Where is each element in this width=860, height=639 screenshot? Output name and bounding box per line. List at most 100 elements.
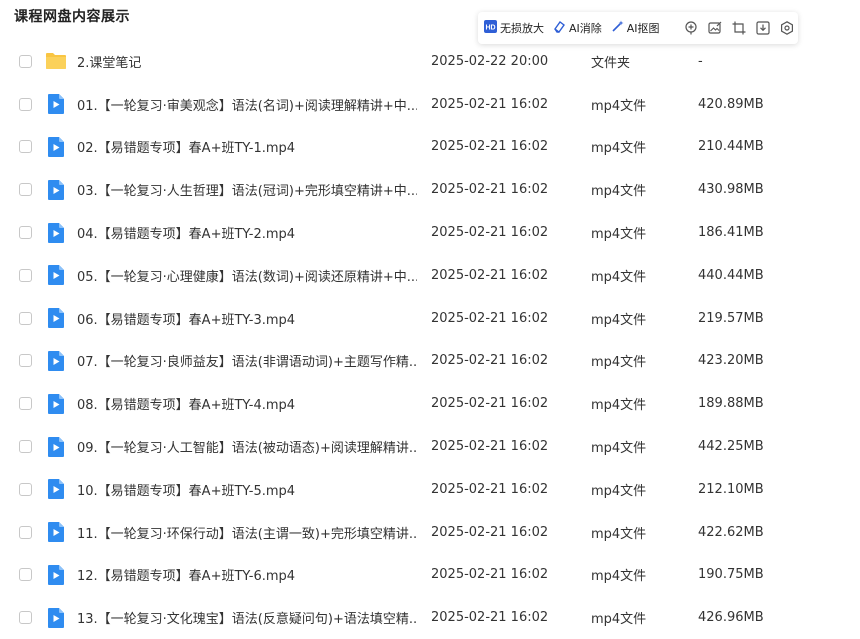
- file-type: mp4文件: [591, 526, 647, 542]
- file-row[interactable]: 03.【一轮复习·人生哲理】语法(冠词)+完形填空精讲+中... 2025-02…: [0, 168, 860, 211]
- file-name[interactable]: 05.【一轮复习·心理健康】语法(数词)+阅读还原精讲+中...: [77, 266, 417, 285]
- file-date: 2025-02-21 16:02: [431, 524, 549, 540]
- file-name[interactable]: 12.【易错题专项】春A+班TY-6.mp4: [77, 565, 417, 584]
- file-row[interactable]: 05.【一轮复习·心理健康】语法(数词)+阅读还原精讲+中... 2025-02…: [0, 254, 860, 297]
- file-name[interactable]: 10.【易错题专项】春A+班TY-5.mp4: [77, 480, 417, 499]
- video-file-icon: [45, 222, 67, 244]
- file-size: 186.41MB: [698, 225, 764, 241]
- svg-text:HD: HD: [485, 25, 495, 32]
- file-row[interactable]: 10.【易错题专项】春A+班TY-5.mp4 2025-02-21 16:02 …: [0, 468, 860, 511]
- upscale-button[interactable]: HD 无损放大: [484, 20, 544, 36]
- file-name[interactable]: 2.课堂笔记: [77, 52, 417, 71]
- file-name[interactable]: 13.【一轮复习·文化瑰宝】语法(反意疑问句)+语法填空精...: [77, 608, 417, 627]
- row-checkbox[interactable]: [19, 482, 32, 496]
- file-type: mp4文件: [591, 184, 647, 200]
- row-checkbox[interactable]: [19, 268, 32, 282]
- file-row[interactable]: 11.【一轮复习·环保行动】语法(主谓一致)+完形填空精讲... 2025-02…: [0, 511, 860, 554]
- file-name[interactable]: 07.【一轮复习·良师益友】语法(非谓语动词)+主题写作精...: [77, 351, 417, 370]
- video-file-icon: [45, 264, 67, 286]
- file-date: 2025-02-21 16:02: [431, 481, 549, 497]
- row-checkbox[interactable]: [19, 568, 32, 582]
- file-name[interactable]: 03.【一轮复习·人生哲理】语法(冠词)+完形填空精讲+中...: [77, 180, 417, 199]
- row-checkbox[interactable]: [19, 140, 32, 154]
- file-size: 210.44MB: [698, 139, 764, 155]
- file-size: 422.62MB: [698, 524, 764, 540]
- video-file-icon: [45, 564, 67, 586]
- file-row[interactable]: 06.【易错题专项】春A+班TY-3.mp4 2025-02-21 16:02 …: [0, 297, 860, 340]
- file-name[interactable]: 06.【易错题专项】春A+班TY-3.mp4: [77, 309, 417, 328]
- file-size: 442.25MB: [698, 439, 764, 455]
- file-name[interactable]: 08.【易错题专项】春A+班TY-4.mp4: [77, 394, 417, 413]
- row-checkbox[interactable]: [19, 611, 32, 625]
- file-row[interactable]: 13.【一轮复习·文化瑰宝】语法(反意疑问句)+语法填空精... 2025-02…: [0, 596, 860, 639]
- row-checkbox[interactable]: [19, 354, 32, 368]
- file-type: mp4文件: [591, 612, 647, 628]
- file-date: 2025-02-21 16:02: [431, 139, 549, 155]
- row-checkbox[interactable]: [19, 311, 32, 325]
- video-file-icon: [45, 521, 67, 543]
- row-checkbox[interactable]: [19, 183, 32, 197]
- video-file-icon: [45, 350, 67, 372]
- file-size: 430.98MB: [698, 182, 764, 198]
- file-date: 2025-02-21 16:02: [431, 439, 549, 455]
- video-file-icon: [45, 136, 67, 158]
- ai-erase-button[interactable]: AI消除: [553, 20, 602, 36]
- row-checkbox[interactable]: [19, 54, 32, 68]
- file-size: 440.44MB: [698, 267, 764, 283]
- file-date: 2025-02-21 16:02: [431, 353, 549, 369]
- ai-cutout-button[interactable]: AI抠图: [611, 20, 660, 36]
- file-row[interactable]: 2.课堂笔记 2025-02-22 20:00 文件夹 -: [0, 40, 860, 83]
- crop-icon[interactable]: [732, 20, 746, 36]
- file-type: 文件夹: [591, 55, 631, 71]
- page-title: 课程网盘内容展示: [14, 9, 130, 25]
- row-checkbox[interactable]: [19, 397, 32, 411]
- file-row[interactable]: 08.【易错题专项】春A+班TY-4.mp4 2025-02-21 16:02 …: [0, 382, 860, 425]
- pin-icon[interactable]: [684, 20, 698, 36]
- file-row[interactable]: 02.【易错题专项】春A+班TY-1.mp4 2025-02-21 16:02 …: [0, 126, 860, 169]
- file-name[interactable]: 09.【一轮复习·人工智能】语法(被动语态)+阅读理解精讲...: [77, 437, 417, 456]
- row-checkbox[interactable]: [19, 226, 32, 240]
- file-size: 426.96MB: [698, 610, 764, 626]
- file-name[interactable]: 04.【易错题专项】春A+班TY-2.mp4: [77, 223, 417, 242]
- file-name[interactable]: 11.【一轮复习·环保行动】语法(主谓一致)+完形填空精讲...: [77, 523, 417, 542]
- file-type: mp4文件: [591, 269, 647, 285]
- row-checkbox[interactable]: [19, 440, 32, 454]
- file-date: 2025-02-21 16:02: [431, 267, 549, 283]
- image-edit-icon[interactable]: [707, 20, 722, 36]
- settings-icon[interactable]: [780, 20, 794, 36]
- ai-cutout-label: AI抠图: [626, 22, 660, 35]
- video-file-icon: [45, 436, 67, 458]
- file-size: 212.10MB: [698, 481, 764, 497]
- row-checkbox[interactable]: [19, 97, 32, 111]
- file-row[interactable]: 12.【易错题专项】春A+班TY-6.mp4 2025-02-21 16:02 …: [0, 554, 860, 597]
- file-date: 2025-02-21 16:02: [431, 567, 549, 583]
- file-date: 2025-02-21 16:02: [431, 182, 549, 198]
- file-size: 189.88MB: [698, 396, 764, 412]
- file-type: mp4文件: [591, 141, 647, 157]
- file-type: mp4文件: [591, 398, 647, 414]
- video-file-icon: [45, 478, 67, 500]
- file-row[interactable]: 09.【一轮复习·人工智能】语法(被动语态)+阅读理解精讲... 2025-02…: [0, 425, 860, 468]
- file-size: 423.20MB: [698, 353, 764, 369]
- file-name[interactable]: 02.【易错题专项】春A+班TY-1.mp4: [77, 137, 417, 156]
- file-name[interactable]: 01.【一轮复习·审美观念】语法(名词)+阅读理解精讲+中...: [77, 95, 417, 114]
- video-file-icon: [45, 307, 67, 329]
- file-row[interactable]: 07.【一轮复习·良师益友】语法(非谓语动词)+主题写作精... 2025-02…: [0, 340, 860, 383]
- file-row[interactable]: 01.【一轮复习·审美观念】语法(名词)+阅读理解精讲+中... 2025-02…: [0, 83, 860, 126]
- file-type: mp4文件: [591, 312, 647, 328]
- download-icon[interactable]: [755, 20, 770, 36]
- row-checkbox[interactable]: [19, 525, 32, 539]
- ai-erase-label: AI消除: [569, 22, 602, 35]
- file-size: 420.89MB: [698, 96, 764, 112]
- video-file-icon: [45, 607, 67, 629]
- file-type: mp4文件: [591, 483, 647, 499]
- file-date: 2025-02-22 20:00: [431, 53, 549, 69]
- file-date: 2025-02-21 16:02: [431, 610, 549, 626]
- file-size: 190.75MB: [698, 567, 764, 583]
- file-type: mp4文件: [591, 569, 647, 585]
- file-date: 2025-02-21 16:02: [431, 96, 549, 112]
- file-type: mp4文件: [591, 441, 647, 457]
- file-type: mp4文件: [591, 98, 647, 114]
- file-row[interactable]: 04.【易错题专项】春A+班TY-2.mp4 2025-02-21 16:02 …: [0, 211, 860, 254]
- file-type: mp4文件: [591, 227, 647, 243]
